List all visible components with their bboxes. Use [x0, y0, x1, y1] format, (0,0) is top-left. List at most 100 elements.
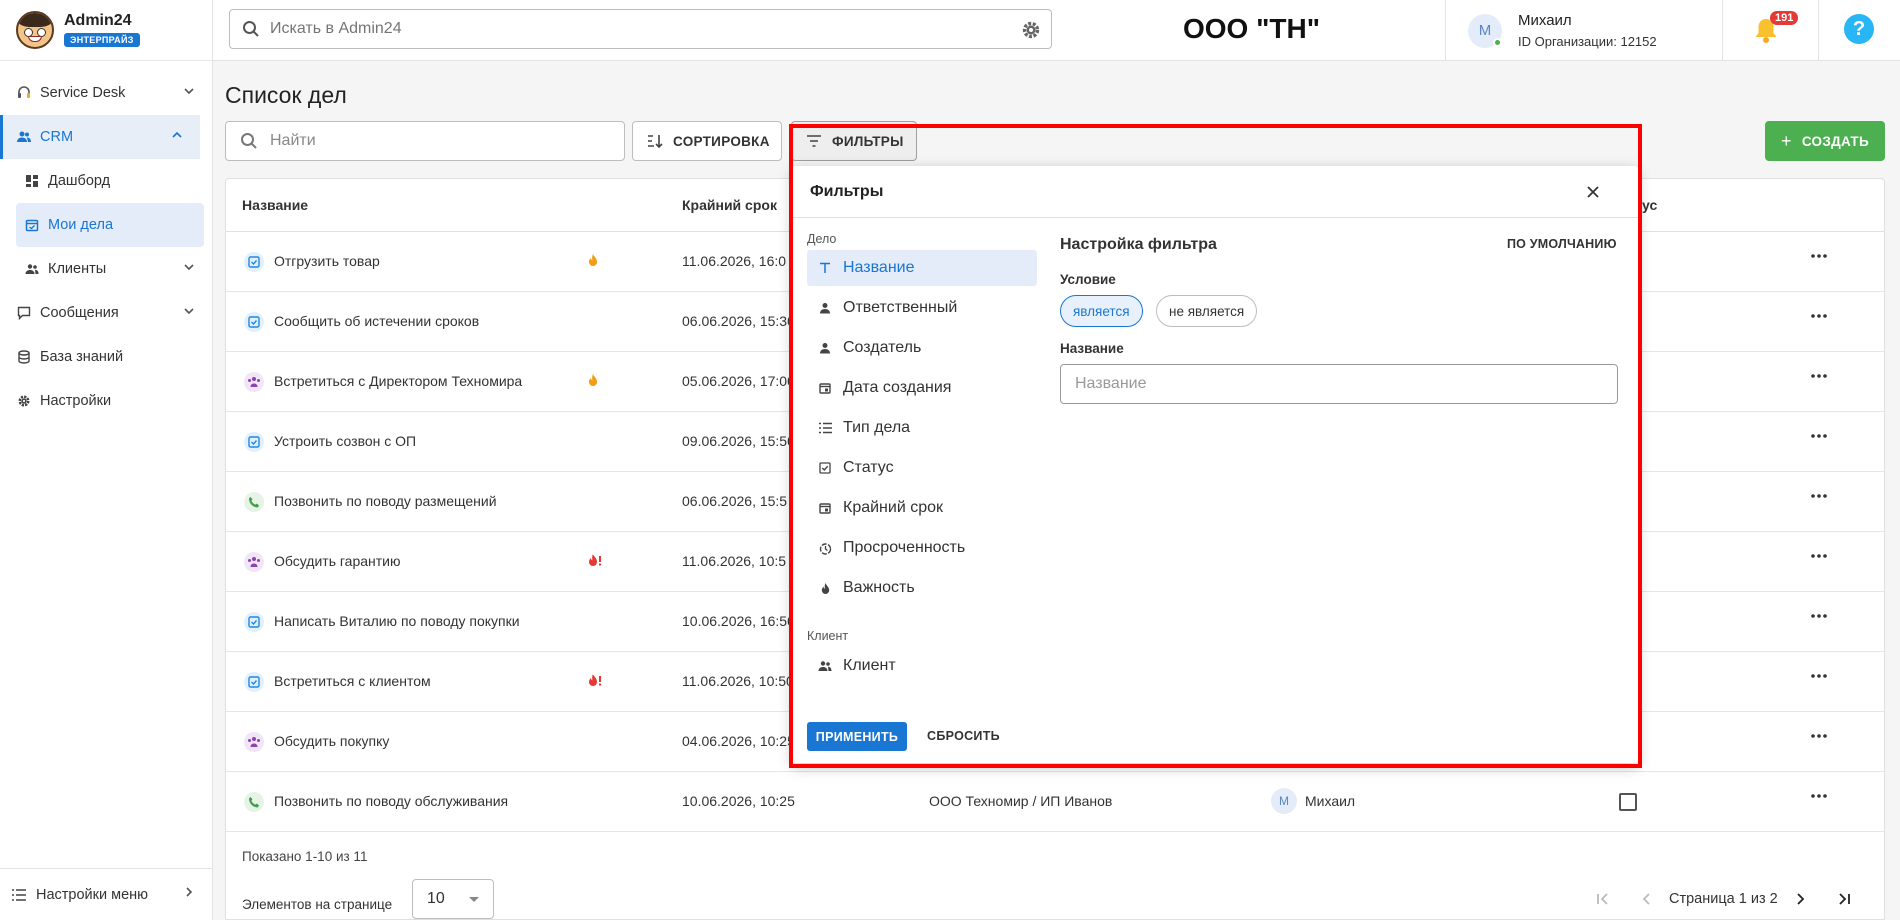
- sidebar-item-service-desk[interactable]: Service Desk: [0, 71, 212, 115]
- task-name[interactable]: Сообщить об истечении сроков: [274, 313, 479, 329]
- sort-button[interactable]: СОРТИРОВКА: [632, 121, 782, 161]
- name-field-label: Название: [1060, 341, 1124, 356]
- filter-field-item[interactable]: Просроченность: [807, 530, 1037, 566]
- priority-urgent-icon: [587, 553, 603, 567]
- task-name[interactable]: Позвонить по поводу обслуживания: [274, 793, 508, 809]
- task-name[interactable]: Устроить созвон с ОП: [274, 433, 416, 449]
- column-header-name[interactable]: Название: [242, 197, 308, 213]
- prev-page-icon[interactable]: [1637, 889, 1657, 909]
- sidebar-item-crm[interactable]: CRM: [0, 115, 200, 159]
- database-icon: [16, 349, 32, 365]
- sidebar-item-messages[interactable]: Сообщения: [0, 291, 212, 335]
- task-name[interactable]: Обсудить покупку: [274, 733, 389, 749]
- organization-name: ООО "ТН": [1183, 13, 1320, 44]
- filter-field-item[interactable]: Важность: [807, 570, 1037, 606]
- filter-field-item[interactable]: Создатель: [807, 330, 1037, 366]
- search-icon: [240, 132, 258, 150]
- more-actions-icon[interactable]: [1811, 554, 1827, 558]
- task-type-task-icon: [244, 252, 264, 272]
- filter-field-item[interactable]: Тип дела: [807, 410, 1037, 446]
- status-checkbox[interactable]: [1619, 793, 1637, 811]
- calendar-check-icon: [24, 217, 40, 233]
- filters-button[interactable]: ФИЛЬТРЫ: [791, 121, 917, 161]
- task-deadline: 06.06.2026, 15:30: [682, 313, 795, 329]
- more-actions-icon[interactable]: [1811, 494, 1827, 498]
- task-responsible: М Михаил: [1271, 788, 1355, 814]
- dropdown-arrow-icon: [469, 897, 479, 902]
- table-row[interactable]: Позвонить по поводу обслуживания 10.06.20…: [226, 772, 1884, 832]
- more-actions-icon[interactable]: [1811, 254, 1827, 258]
- task-name[interactable]: Отгрузить товар: [274, 253, 380, 269]
- filter-field-client[interactable]: Клиент: [807, 648, 1037, 684]
- more-actions-icon[interactable]: [1811, 434, 1827, 438]
- priority-fire-icon: [587, 373, 599, 387]
- search-settings-gear-icon[interactable]: [1021, 20, 1041, 40]
- default-button[interactable]: ПО УМОЛЧАНИЮ: [1507, 237, 1617, 251]
- chevron-up-icon: [172, 130, 182, 140]
- more-actions-icon[interactable]: [1811, 794, 1827, 798]
- sidebar-item-clients[interactable]: Клиенты: [0, 247, 212, 291]
- user-menu[interactable]: М Михаил ID Организации: 12152: [1445, 0, 1722, 61]
- organization-id: ID Организации: 12152: [1518, 34, 1657, 49]
- sidebar-item-dashboard[interactable]: Дашборд: [0, 159, 212, 203]
- brand[interactable]: Admin24 ЭНТЕРПРАЙЗ: [0, 0, 212, 61]
- more-actions-icon[interactable]: [1811, 374, 1827, 378]
- sidebar-item-settings[interactable]: Настройки: [0, 379, 212, 423]
- more-actions-icon[interactable]: [1811, 674, 1827, 678]
- list-icon: [817, 420, 833, 436]
- more-actions-icon[interactable]: [1811, 314, 1827, 318]
- sidebar-item-knowledge-base[interactable]: База знаний: [0, 335, 212, 379]
- task-name[interactable]: Написать Виталию по поводу покупки: [274, 613, 520, 629]
- condition-chip-is-not[interactable]: не является: [1156, 295, 1258, 327]
- task-type-task-icon: [244, 312, 264, 332]
- filters-popup: Фильтры Дело Название Ответственный Создат…: [792, 166, 1638, 763]
- filter-field-item[interactable]: Статус: [807, 450, 1037, 486]
- global-search-input[interactable]: [270, 20, 970, 38]
- task-type-meeting-icon: [244, 552, 264, 572]
- filter-field-item[interactable]: Название: [807, 250, 1037, 286]
- sidebar-item-my-tasks[interactable]: Мои дела: [16, 203, 204, 247]
- chevron-down-icon: [184, 262, 194, 272]
- task-name[interactable]: Позвонить по поводу размещений: [274, 493, 497, 509]
- task-name[interactable]: Встретиться с Директором Техномира: [274, 373, 522, 389]
- task-name[interactable]: Обсудить гарантию: [274, 553, 401, 569]
- person-icon: [817, 340, 833, 356]
- menu-settings-button[interactable]: Настройки меню: [0, 868, 212, 920]
- task-client[interactable]: ООО Техномир / ИП Иванов: [929, 793, 1112, 809]
- checkbox-icon: [817, 460, 833, 476]
- per-page-label: Элементов на странице: [242, 897, 393, 912]
- filter-field-item[interactable]: Ответственный: [807, 290, 1037, 326]
- task-type-call-icon: [244, 792, 264, 812]
- more-actions-icon[interactable]: [1811, 614, 1827, 618]
- column-header-status[interactable]: ус: [1642, 197, 1657, 213]
- list-search-input[interactable]: Найти: [225, 121, 625, 161]
- clients-icon: [817, 658, 833, 674]
- apply-button[interactable]: ПРИМЕНИТЬ: [807, 722, 907, 751]
- task-deadline: 11.06.2026, 16:0: [682, 253, 787, 269]
- help-button[interactable]: ?: [1818, 0, 1900, 61]
- search-icon: [242, 20, 260, 38]
- first-page-icon[interactable]: [1593, 889, 1613, 909]
- global-search[interactable]: [229, 9, 1052, 49]
- column-header-deadline[interactable]: Крайний срок: [682, 197, 777, 213]
- brand-name: Admin24: [64, 12, 132, 29]
- filter-field-item[interactable]: Крайний срок: [807, 490, 1037, 526]
- more-actions-icon[interactable]: [1811, 734, 1827, 738]
- last-page-icon[interactable]: [1834, 889, 1854, 909]
- reset-button[interactable]: СБРОСИТЬ: [927, 729, 1000, 743]
- task-type-meeting-icon: [244, 732, 264, 752]
- task-type-task-icon: [244, 672, 264, 692]
- close-icon[interactable]: [1586, 185, 1600, 199]
- fire-icon: [817, 580, 833, 596]
- filter-field-item[interactable]: Дата создания: [807, 370, 1037, 406]
- task-name[interactable]: Встретиться с клиентом: [274, 673, 431, 689]
- create-button[interactable]: + СОЗДАТЬ: [1765, 121, 1885, 161]
- name-filter-input[interactable]: Название: [1060, 364, 1618, 404]
- notifications-button[interactable]: 191: [1722, 0, 1818, 61]
- shown-range-text: Показано 1-10 из 11: [242, 849, 368, 864]
- condition-chip-is[interactable]: является: [1060, 295, 1143, 327]
- next-page-icon[interactable]: [1790, 889, 1810, 909]
- filters-popup-title: Фильтры: [810, 183, 884, 200]
- per-page-select[interactable]: 10: [412, 879, 494, 919]
- headset-icon: [16, 85, 32, 101]
